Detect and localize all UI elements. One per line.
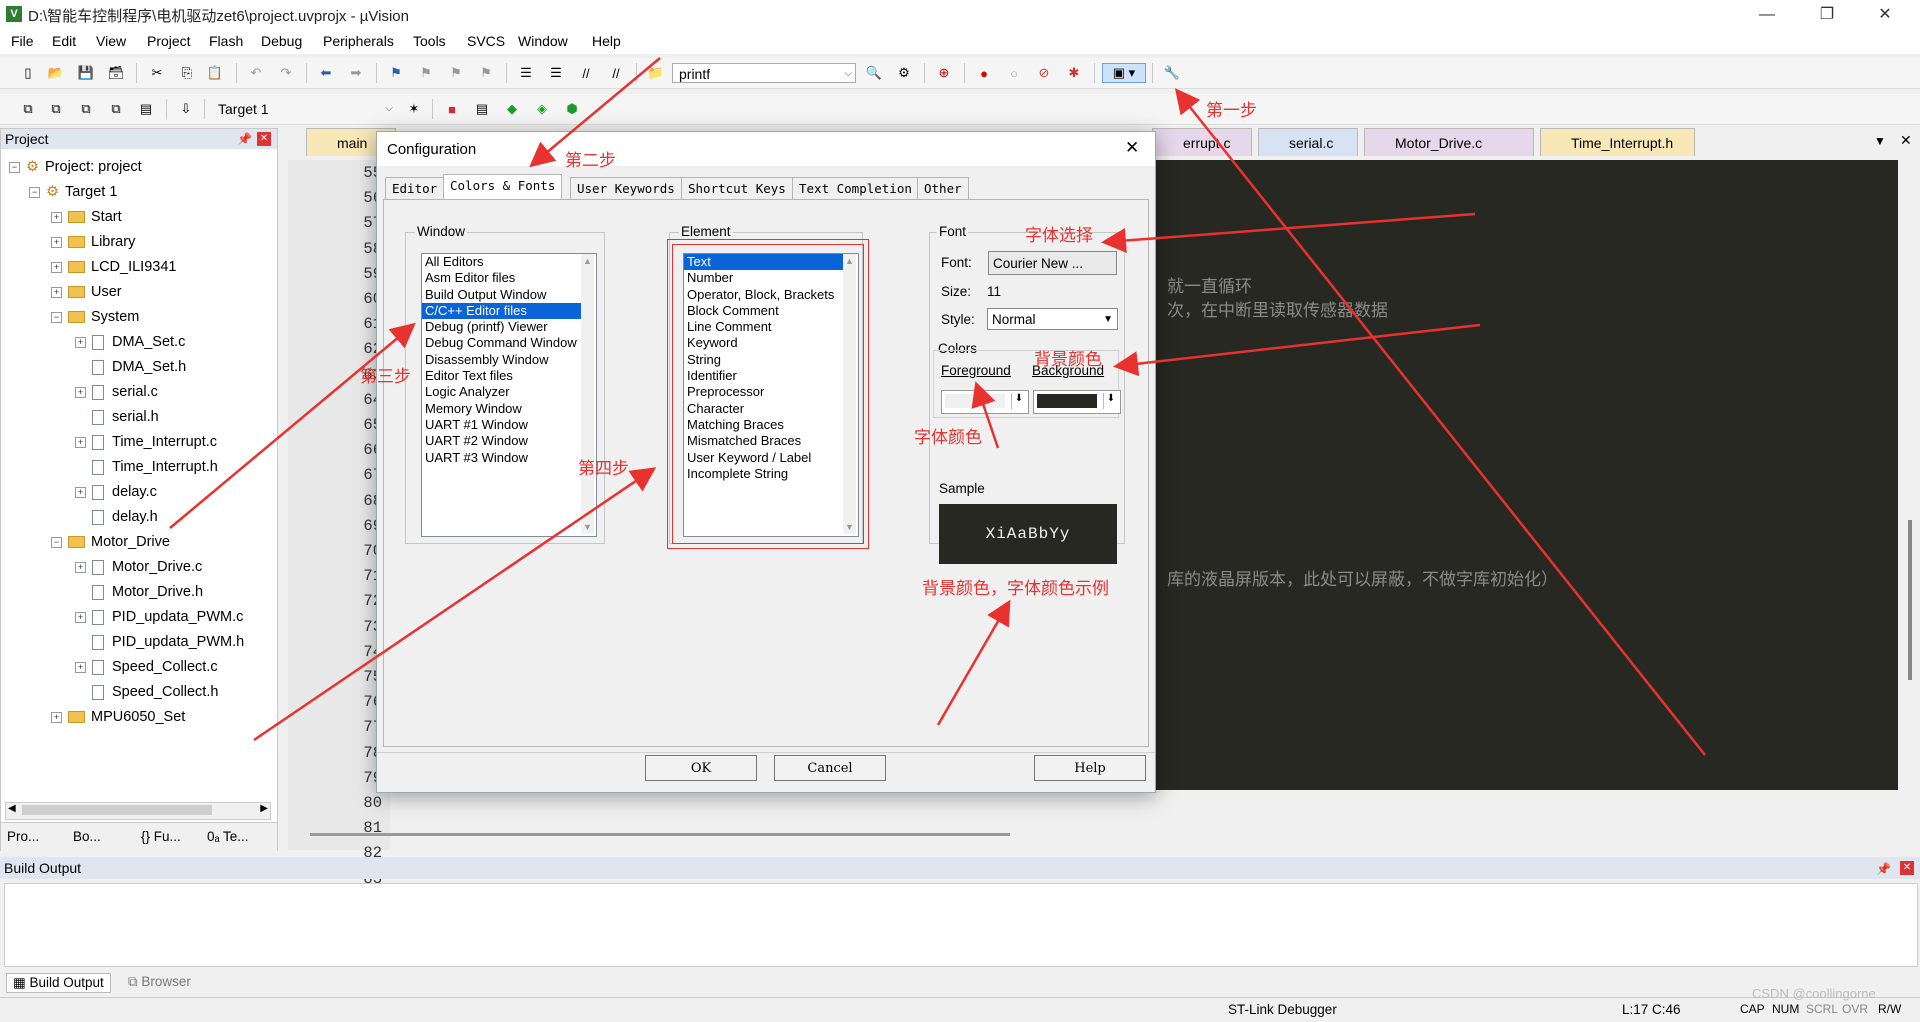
annotation-font-color: 字体颜色 (914, 428, 982, 447)
annotation-arrows (169, 57, 1706, 756)
annotation-background-color: 背景颜色 (1034, 350, 1102, 369)
annotation-font-select: 字体选择 (1025, 226, 1093, 245)
arrow-step3 (169, 322, 416, 529)
annotation-step3: 第三步 (360, 367, 411, 386)
annotation-step4: 第四步 (578, 459, 629, 478)
arrow-step1 (1174, 88, 1706, 756)
arrow-step4 (253, 467, 657, 742)
annotation-step1: 第一步 (1206, 101, 1257, 120)
annotation-step2: 第二步 (565, 151, 616, 170)
arrow-sample (936, 599, 1011, 726)
annotation-sample: 背景颜色，字体颜色示例 (922, 579, 1109, 598)
arrow-font (1101, 212, 1476, 253)
arrow-background (1113, 323, 1481, 377)
